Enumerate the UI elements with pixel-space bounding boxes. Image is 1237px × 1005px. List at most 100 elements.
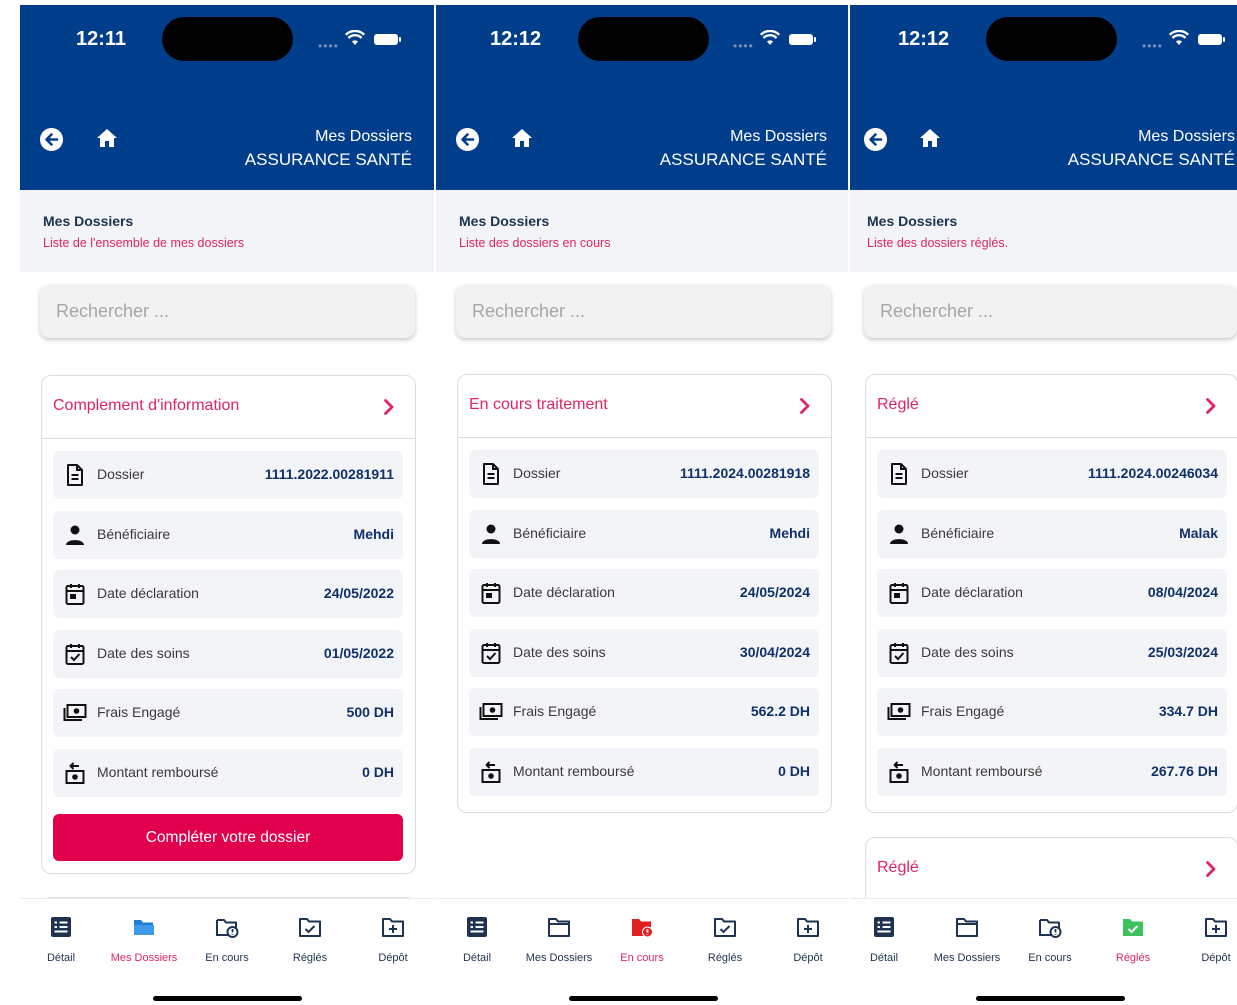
tab-detail[interactable]: Détail [436,899,518,979]
field-label: Dossier [97,466,145,482]
app-header: 12:12 •••• Mes Dossiers ASSURANCE SANTÉ [436,5,848,190]
dossier-card: En cours traitement Dossier 1111.2024.00… [457,374,832,813]
tab-mes-dossiers[interactable]: Mes Dossiers [103,899,185,979]
bottom-tab-bar: Détail Mes Dossiers En cours Réglés Dépô… [436,898,848,1005]
field-label: Bénéficiaire [513,525,587,541]
document-icon [483,463,499,485]
calendar-check-icon [889,643,909,664]
folder-plus-icon [382,918,404,937]
tab-regles[interactable]: Réglés [269,899,351,979]
tab-regles[interactable]: Réglés [1092,899,1174,979]
dossier-card-header[interactable]: Complement d'information [42,376,415,439]
tab-label: Détail [462,952,492,964]
search-input[interactable] [864,285,1237,338]
calendar-check-icon [65,644,85,665]
cellular-signal-icon: •••• [318,39,339,53]
home-icon[interactable] [96,128,118,148]
header-title-line2: ASSURANCE SANTÉ [1067,150,1235,169]
field-value: 1111.2024.00246034 [1087,465,1218,481]
home-indicator[interactable] [153,996,302,1001]
chevron-right-icon [800,398,810,414]
calendar-icon [65,584,85,605]
tab-depot[interactable]: Dépôt [352,899,434,979]
tab-depot[interactable]: Dépôt [767,899,848,979]
list-icon [467,917,487,937]
refund-icon [65,762,85,784]
dynamic-island [986,17,1117,61]
calendar-icon [481,583,501,604]
field-value: Malak [1179,525,1218,541]
field-value: 1111.2024.00281918 [679,465,810,481]
tab-en-cours[interactable]: En cours [601,899,683,979]
field-value: 0 DH [778,763,810,779]
back-arrow-icon[interactable] [40,128,63,151]
tab-label: En cours [1028,952,1072,964]
field-dossier: Dossier 1111.2024.00281918 [469,450,819,498]
field-value: Mehdi [769,525,810,541]
tab-label: En cours [620,952,664,964]
header-title-line2: ASSURANCE SANTÉ [659,150,827,169]
money-icon [479,703,503,720]
tab-label: Réglés [1115,952,1151,964]
wifi-icon [345,30,365,45]
refund-icon [481,761,501,783]
field-value: 01/05/2022 [323,645,394,661]
back-arrow-icon[interactable] [864,128,887,151]
tab-detail[interactable]: Détail [850,899,925,979]
tab-mes-dossiers[interactable]: Mes Dossiers [518,899,600,979]
dossier-status: Complement d'information [53,397,240,414]
app-header: 12:11 •••• Mes Dossiers ASSURANCE SANTÉ [20,5,434,190]
field-frais-engage: Frais Engagé 500 DH [53,689,403,737]
dossier-card-header[interactable]: En cours traitement [458,375,831,438]
field-label: Date déclaration [921,584,1023,600]
tab-en-cours[interactable]: En cours [186,899,268,979]
folder-check-icon [1123,919,1143,936]
header-title: Mes Dossiers ASSURANCE SANTÉ [1068,125,1235,171]
header-title-line1: Mes Dossiers [1138,128,1235,145]
dossier-status: Réglé [877,859,919,876]
calendar-check-icon [481,643,501,664]
person-icon [482,524,500,544]
dossier-card-header[interactable]: Réglé [866,838,1237,901]
back-arrow-icon[interactable] [456,128,479,151]
dossier-card: Réglé Dossier 1111.2024.00246034 Bénéfic… [865,374,1237,813]
tab-detail[interactable]: Détail [20,899,102,979]
home-indicator[interactable] [976,996,1125,1001]
field-value: 25/03/2024 [1147,644,1218,660]
page-title: Mes Dossiers [459,213,550,229]
status-time: 12:12 [898,28,950,50]
complete-dossier-button[interactable]: Compléter votre dossier [53,814,403,861]
field-label: Date des soins [921,644,1014,660]
field-label: Dossier [513,465,561,481]
battery-icon [789,34,816,45]
tab-regles[interactable]: Réglés [684,899,766,979]
field-value: 0 DH [362,764,394,780]
tab-label: Réglés [707,952,743,964]
field-montant-rembourse: Montant remboursé 267.76 DH [877,748,1227,796]
search-input[interactable] [456,285,831,338]
field-value: 267.76 DH [1151,763,1218,779]
dossier-card-header[interactable]: Réglé [866,375,1237,438]
page-description: Liste des dossiers en cours [459,236,611,250]
field-montant-rembourse: Montant remboursé 0 DH [469,748,819,796]
tab-depot[interactable]: Dépôt [1175,899,1237,979]
tab-mes-dossiers[interactable]: Mes Dossiers [926,899,1008,979]
cellular-signal-icon: •••• [733,39,754,53]
phone-screen-all-dossiers: 12:11 •••• Mes Dossiers ASSURANCE SANTÉ … [20,5,434,1005]
tab-label: Mes Dossiers [933,952,1001,964]
list-icon [51,917,71,937]
field-value: Mehdi [353,526,394,542]
field-frais-engage: Frais Engagé 334.7 DH [877,688,1227,736]
home-icon[interactable] [511,128,533,148]
folder-check-icon [299,918,321,937]
tab-en-cours[interactable]: En cours [1009,899,1091,979]
phone-screen-regles: 12:12 •••• Mes Dossiers ASSURANCE SANTÉ … [850,5,1237,1005]
folder-alert-icon [632,919,653,938]
home-icon[interactable] [919,128,941,148]
refund-icon [889,761,909,783]
tab-label: Mes Dossiers [525,952,593,964]
home-indicator[interactable] [569,996,718,1001]
field-label: Date des soins [97,645,190,661]
folder-alert-icon [216,919,239,938]
search-input[interactable] [40,285,415,338]
